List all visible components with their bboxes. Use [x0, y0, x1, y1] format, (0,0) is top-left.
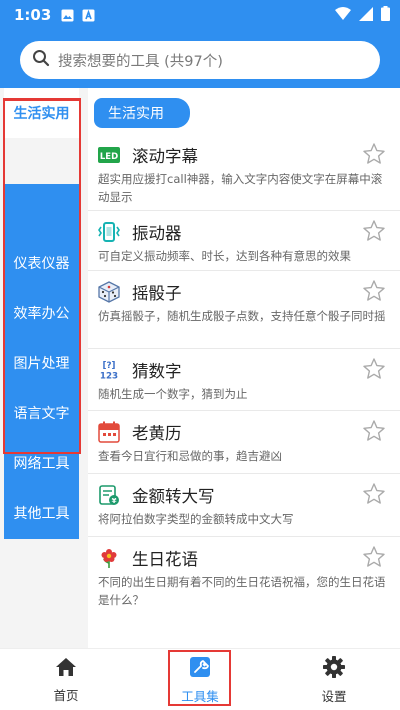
- sidebar-item-label: 语言文字: [13, 406, 70, 422]
- tool-name: 老黄历: [132, 424, 182, 443]
- sidebar-item-life[interactable]: 生活实用: [4, 88, 79, 138]
- vibrate-icon: [98, 221, 120, 243]
- header: 搜索想要的工具 (共97个): [0, 30, 400, 88]
- tool-description: 仿真摇骰子，随机生成骰子点数，支持任意个骰子同时摇: [98, 309, 386, 323]
- tool-item-scroll-text[interactable]: LED 滚动字幕 超实用应援打call神器，输入文字内容使文字在屏幕中滚动显示: [88, 134, 400, 211]
- image-notification-icon: [61, 9, 74, 22]
- wifi-icon: [335, 6, 351, 25]
- sidebar-item-network[interactable]: 网络工具: [4, 438, 79, 488]
- sidebar-item-label: 其他工具: [13, 506, 70, 522]
- tool-description: 将阿拉伯数字类型的金额转成中文大写: [98, 512, 294, 526]
- svg-text:123: 123: [100, 371, 118, 381]
- sidebar-item-language[interactable]: 语言文字: [4, 388, 79, 438]
- favorite-star-icon[interactable]: [362, 219, 386, 243]
- tool-description: 超实用应援打call神器，输入文字内容使文字在屏幕中滚动显示: [98, 172, 383, 204]
- tool-name: 摇骰子: [132, 284, 182, 303]
- nav-settings[interactable]: 设置: [294, 649, 374, 710]
- sidebar-item-label: 生活实用: [13, 106, 70, 122]
- tool-description: 可自定义振动频率、时长，达到各种有意思的效果: [98, 249, 351, 263]
- sidebar-item-label: 网络工具: [13, 456, 70, 472]
- favorite-star-icon[interactable]: [362, 545, 386, 569]
- led-icon: LED: [98, 144, 120, 166]
- tool-description: 随机生成一个数字，猜到为止: [98, 387, 248, 401]
- tool-list: 生活实用 LED 滚动字幕 超实用应援打call神器，输入文字内容使文字在屏幕中…: [88, 88, 400, 648]
- favorite-star-icon[interactable]: [362, 142, 386, 166]
- tool-name: 滚动字幕: [132, 147, 198, 166]
- favorite-star-icon[interactable]: [362, 357, 386, 381]
- app-notification-icon: [82, 9, 95, 22]
- sidebar-item-instruments[interactable]: 仪表仪器: [4, 238, 79, 288]
- home-icon: [55, 657, 77, 681]
- svg-text:[?]: [?]: [103, 361, 116, 371]
- nav-label: 设置: [321, 688, 347, 704]
- money-icon: ¥: [98, 484, 120, 506]
- favorite-star-icon[interactable]: [362, 279, 386, 303]
- tool-name: 金额转大写: [132, 487, 215, 506]
- number-guess-icon: [?] 123: [98, 359, 120, 381]
- tool-description: 不同的出生日期有着不同的生日花语祝福，您的生日花语是什么？: [98, 575, 386, 607]
- nav-label: 首页: [53, 687, 79, 703]
- svg-text:¥: ¥: [112, 497, 117, 505]
- sidebar-item-label: 仪表仪器: [13, 256, 70, 272]
- tool-name: 生日花语: [132, 550, 198, 569]
- flower-icon: [98, 547, 120, 569]
- favorite-star-icon[interactable]: [362, 482, 386, 506]
- tool-name: 猜数字: [132, 362, 182, 381]
- svg-text:LED: LED: [100, 152, 118, 162]
- tool-name: 振动器: [132, 224, 182, 243]
- gear-icon: [323, 655, 345, 682]
- sidebar-item-other[interactable]: 其他工具: [4, 488, 79, 538]
- sidebar-item-label: 图片处理: [13, 356, 70, 372]
- category-tag: 生活实用: [94, 98, 190, 128]
- battery-icon: [381, 5, 390, 25]
- tool-item-money-uppercase[interactable]: ¥ 金额转大写 将阿拉伯数字类型的金额转成中文大写: [88, 474, 400, 537]
- category-sidebar: 生活实用 仪表仪器 效率办公 图片处理 语言文字 网络工具 其他工具: [0, 88, 88, 648]
- search-icon: [32, 49, 50, 71]
- sidebar-item-image[interactable]: 图片处理: [4, 338, 79, 388]
- nav-home[interactable]: 首页: [26, 649, 106, 710]
- nav-toolbox[interactable]: 工具集: [160, 649, 240, 710]
- toolbox-icon: [189, 656, 211, 682]
- tool-item-dice[interactable]: 摇骰子 仿真摇骰子，随机生成骰子点数，支持任意个骰子同时摇: [88, 271, 400, 349]
- sidebar-item-office[interactable]: 效率办公: [4, 288, 79, 338]
- calendar-icon: [98, 421, 120, 443]
- tool-item-almanac[interactable]: 老黄历 查看今日宜行和忌做的事，趋吉避凶: [88, 411, 400, 474]
- signal-icon: [359, 6, 373, 25]
- status-time: 1:03: [14, 6, 52, 24]
- tool-description: 查看今日宜行和忌做的事，趋吉避凶: [98, 449, 282, 463]
- dice-icon: [98, 281, 120, 303]
- nav-label: 工具集: [181, 688, 219, 704]
- tool-item-vibrator[interactable]: 振动器 可自定义振动频率、时长，达到各种有意思的效果: [88, 211, 400, 271]
- favorite-star-icon[interactable]: [362, 419, 386, 443]
- status-bar: 1:03: [0, 0, 400, 30]
- search-placeholder: 搜索想要的工具 (共97个): [58, 53, 223, 70]
- bottom-navigation: 首页 工具集 设置: [0, 648, 400, 710]
- sidebar-item-label: 效率办公: [13, 306, 70, 322]
- search-input[interactable]: 搜索想要的工具 (共97个): [20, 41, 380, 79]
- tool-item-birthday-flower[interactable]: 生日花语 不同的出生日期有着不同的生日花语祝福，您的生日花语是什么？: [88, 537, 400, 648]
- tool-item-guess-number[interactable]: [?] 123 猜数字 随机生成一个数字，猜到为止: [88, 349, 400, 411]
